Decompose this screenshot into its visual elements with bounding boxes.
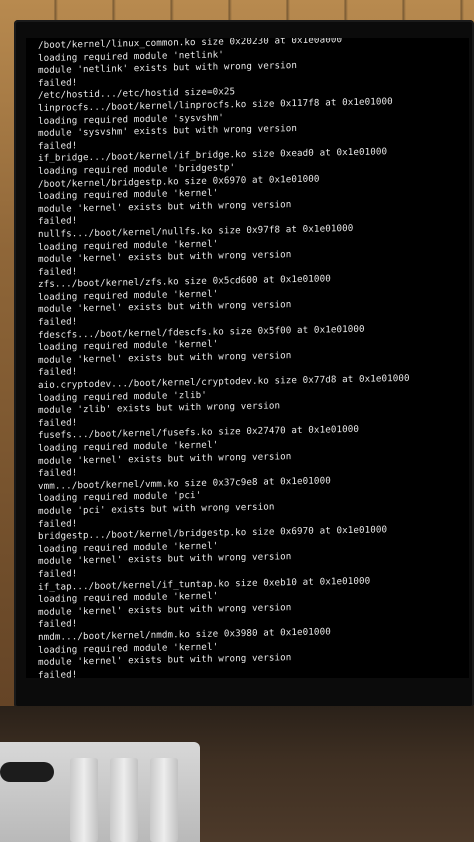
- boot-console-screen: /boot/kernel/linux_common.ko size 0x2023…: [26, 38, 469, 678]
- radiator-fin: [150, 758, 178, 842]
- radiator-fin: [110, 758, 138, 842]
- monitor-bezel: /boot/kernel/linux_common.ko size 0x2023…: [14, 20, 474, 708]
- boot-log: /boot/kernel/linux_common.ko size 0x2023…: [38, 38, 469, 678]
- power-cable: [0, 762, 54, 782]
- radiator-fin: [70, 758, 98, 842]
